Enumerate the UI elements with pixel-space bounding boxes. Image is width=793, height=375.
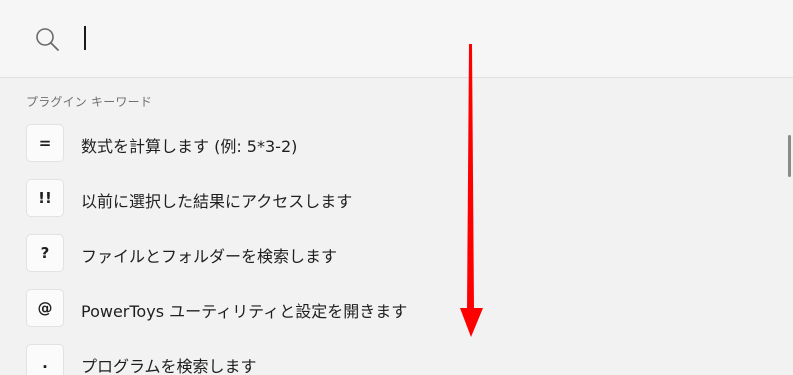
keyword-badge: ? <box>26 234 64 272</box>
section-header: プラグイン キーワード <box>26 95 153 109</box>
search-bar <box>0 0 793 78</box>
keyword-badge: !! <box>26 179 64 217</box>
item-label: プログラムを検索します <box>81 357 257 375</box>
keyword-badge: = <box>26 124 64 162</box>
scrollbar-thumb[interactable] <box>788 135 791 177</box>
search-icon <box>35 27 61 53</box>
item-label: PowerToys ユーティリティと設定を開きます <box>81 302 408 321</box>
list-item-powertoys[interactable]: @ PowerToys ユーティリティと設定を開きます <box>0 282 780 337</box>
list-item-history[interactable]: !! 以前に選択した結果にアクセスします <box>0 172 780 227</box>
item-label: ファイルとフォルダーを検索します <box>81 247 338 266</box>
text-caret <box>84 26 86 50</box>
powertoys-run-window: プラグイン キーワード = 数式を計算します (例: 5*3-2) !! 以前に… <box>0 0 793 375</box>
search-input[interactable] <box>80 20 764 58</box>
down-arrow-annotation <box>460 44 483 337</box>
keyword-badge: @ <box>26 289 64 327</box>
keyword-badge: . <box>26 344 64 375</box>
list-item-calculator[interactable]: = 数式を計算します (例: 5*3-2) <box>0 117 780 172</box>
list-item-file-search[interactable]: ? ファイルとフォルダーを検索します <box>0 227 780 282</box>
plugin-keyword-list: = 数式を計算します (例: 5*3-2) !! 以前に選択した結果にアクセスし… <box>0 117 780 375</box>
list-item-programs[interactable]: . プログラムを検索します <box>0 337 780 375</box>
item-label: 数式を計算します (例: 5*3-2) <box>81 137 298 156</box>
item-label: 以前に選択した結果にアクセスします <box>81 192 353 211</box>
